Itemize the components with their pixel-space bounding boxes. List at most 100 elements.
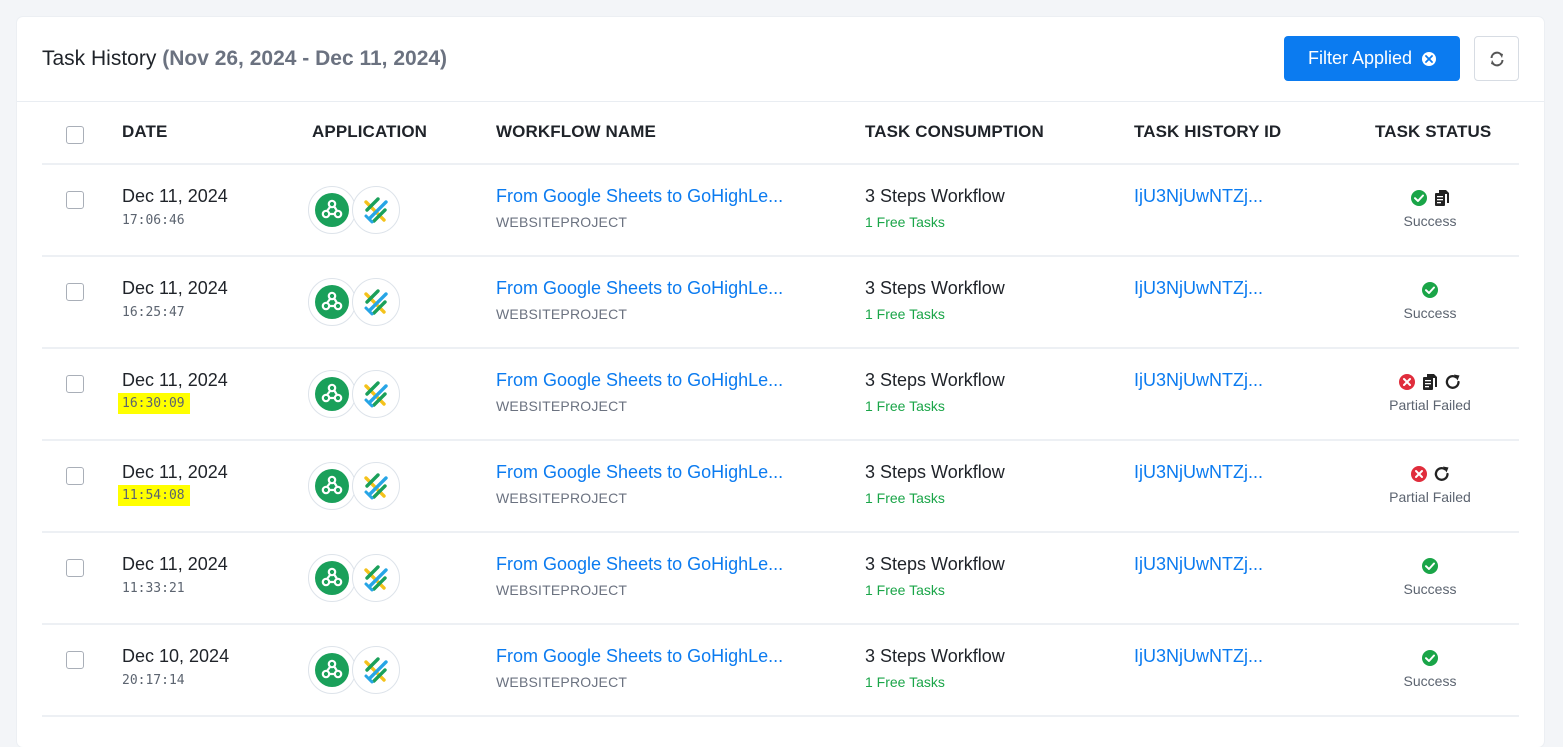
gohighlevel-app-icon: [352, 278, 400, 326]
check-icon: [1420, 280, 1440, 300]
application-icons: [308, 186, 403, 236]
column-task-history-id: TASK HISTORY ID: [1134, 122, 1282, 141]
status-icons: [1360, 187, 1500, 209]
status-text: Success: [1403, 213, 1457, 229]
row-time: 16:30:09: [118, 393, 190, 414]
task-status: Partial Failed: [1360, 371, 1500, 413]
copy-icon[interactable]: [1432, 188, 1452, 208]
table-row: Dec 11, 2024 16:25:47 From Google Sheets…: [42, 257, 1519, 349]
workflow-name-link[interactable]: From Google Sheets to GoHighLe...: [496, 462, 783, 483]
check-icon: [1420, 556, 1440, 576]
task-history-id-link[interactable]: IjU3NjUwNTZj...: [1134, 554, 1263, 575]
title-text: Task History: [42, 47, 157, 70]
workflow-project: WEBSITEPROJECT: [496, 674, 628, 690]
task-history-id-link[interactable]: IjU3NjUwNTZj...: [1134, 462, 1263, 483]
task-steps: 3 Steps Workflow: [865, 278, 1005, 298]
status-icons: [1360, 279, 1500, 301]
gohighlevel-app-icon: [352, 370, 400, 418]
webhook-app-icon: [308, 646, 356, 694]
filter-applied-button[interactable]: Filter Applied: [1284, 36, 1460, 81]
status-text: Success: [1403, 305, 1457, 321]
table-header: DATE APPLICATION WORKFLOW NAME TASK CONS…: [42, 102, 1519, 165]
task-status: Success: [1360, 555, 1500, 597]
workflow-project: WEBSITEPROJECT: [496, 582, 628, 598]
task-status: Success: [1360, 187, 1500, 229]
status-text: Success: [1403, 581, 1457, 597]
copy-icon[interactable]: [1420, 372, 1440, 392]
status-icons: [1360, 463, 1500, 485]
row-checkbox[interactable]: [66, 375, 84, 393]
row-date: Dec 11, 2024: [122, 554, 228, 574]
workflow-name-link[interactable]: From Google Sheets to GoHighLe...: [496, 370, 783, 391]
task-steps: 3 Steps Workflow: [865, 186, 1005, 206]
workflow-name-link[interactable]: From Google Sheets to GoHighLe...: [496, 186, 783, 207]
row-time: 11:33:21: [122, 581, 185, 596]
card-header: Task History (Nov 26, 2024 - Dec 11, 202…: [17, 17, 1544, 102]
row-checkbox[interactable]: [66, 651, 84, 669]
date-range: (Nov 26, 2024 - Dec 11, 2024): [162, 47, 448, 70]
gohighlevel-app-icon: [352, 646, 400, 694]
task-status: Success: [1360, 647, 1500, 689]
task-history-id-link[interactable]: IjU3NjUwNTZj...: [1134, 370, 1263, 391]
row-checkbox[interactable]: [66, 191, 84, 209]
table-row: Dec 11, 2024 16:30:09 From Google Sheets…: [42, 349, 1519, 441]
webhook-app-icon: [308, 370, 356, 418]
webhook-app-icon: [308, 554, 356, 602]
column-task-consumption: TASK CONSUMPTION: [865, 122, 1044, 141]
workflow-name-link[interactable]: From Google Sheets to GoHighLe...: [496, 554, 783, 575]
refresh-button[interactable]: [1474, 36, 1519, 81]
workflow-name-link[interactable]: From Google Sheets to GoHighLe...: [496, 278, 783, 299]
status-text: Success: [1403, 673, 1457, 689]
check-icon: [1420, 648, 1440, 668]
task-steps: 3 Steps Workflow: [865, 370, 1005, 390]
task-history-id-link[interactable]: IjU3NjUwNTZj...: [1134, 278, 1263, 299]
task-free-count: 1 Free Tasks: [865, 398, 945, 414]
gohighlevel-app-icon: [352, 462, 400, 510]
select-all-checkbox[interactable]: [66, 126, 84, 144]
row-checkbox[interactable]: [66, 559, 84, 577]
table-row: Dec 11, 2024 17:06:46 From Google Sheets…: [42, 165, 1519, 257]
row-date: Dec 11, 2024: [122, 186, 228, 206]
task-steps: 3 Steps Workflow: [865, 554, 1005, 574]
workflow-name-link[interactable]: From Google Sheets to GoHighLe...: [496, 646, 783, 667]
error-icon: [1397, 372, 1417, 392]
refresh-icon: [1490, 51, 1503, 66]
row-checkbox[interactable]: [66, 467, 84, 485]
row-date: Dec 10, 2024: [122, 646, 230, 666]
error-icon: [1409, 464, 1429, 484]
row-time: 20:17:14: [122, 673, 185, 688]
task-history-table: DATE APPLICATION WORKFLOW NAME TASK CONS…: [42, 102, 1519, 717]
row-date: Dec 11, 2024: [122, 370, 228, 390]
retry-icon[interactable]: [1432, 464, 1452, 484]
task-history-id-link[interactable]: IjU3NjUwNTZj...: [1134, 646, 1263, 667]
application-icons: [308, 646, 403, 696]
check-icon: [1409, 188, 1429, 208]
task-steps: 3 Steps Workflow: [865, 646, 1005, 666]
task-status: Partial Failed: [1360, 463, 1500, 505]
table-row: Dec 11, 2024 11:33:21 From Google Sheets…: [42, 533, 1519, 625]
row-time: 16:25:47: [122, 305, 185, 320]
application-icons: [308, 278, 403, 328]
retry-icon[interactable]: [1443, 372, 1463, 392]
workflow-project: WEBSITEPROJECT: [496, 398, 628, 414]
row-checkbox[interactable]: [66, 283, 84, 301]
workflow-project: WEBSITEPROJECT: [496, 490, 628, 506]
task-history-id-link[interactable]: IjU3NjUwNTZj...: [1134, 186, 1263, 207]
page-title: Task History (Nov 26, 2024 - Dec 11, 202…: [42, 47, 447, 71]
task-free-count: 1 Free Tasks: [865, 582, 945, 598]
column-workflow-name: WORKFLOW NAME: [496, 122, 656, 141]
gohighlevel-app-icon: [352, 554, 400, 602]
task-status: Success: [1360, 279, 1500, 321]
webhook-app-icon: [308, 278, 356, 326]
application-icons: [308, 370, 403, 420]
row-date: Dec 11, 2024: [122, 462, 228, 482]
task-free-count: 1 Free Tasks: [865, 490, 945, 506]
row-time: 11:54:08: [118, 485, 190, 506]
clear-filter-icon[interactable]: [1422, 51, 1437, 66]
task-steps: 3 Steps Workflow: [865, 462, 1005, 482]
task-free-count: 1 Free Tasks: [865, 674, 945, 690]
webhook-app-icon: [308, 186, 356, 234]
status-icons: [1360, 555, 1500, 577]
task-free-count: 1 Free Tasks: [865, 306, 945, 322]
gohighlevel-app-icon: [352, 186, 400, 234]
